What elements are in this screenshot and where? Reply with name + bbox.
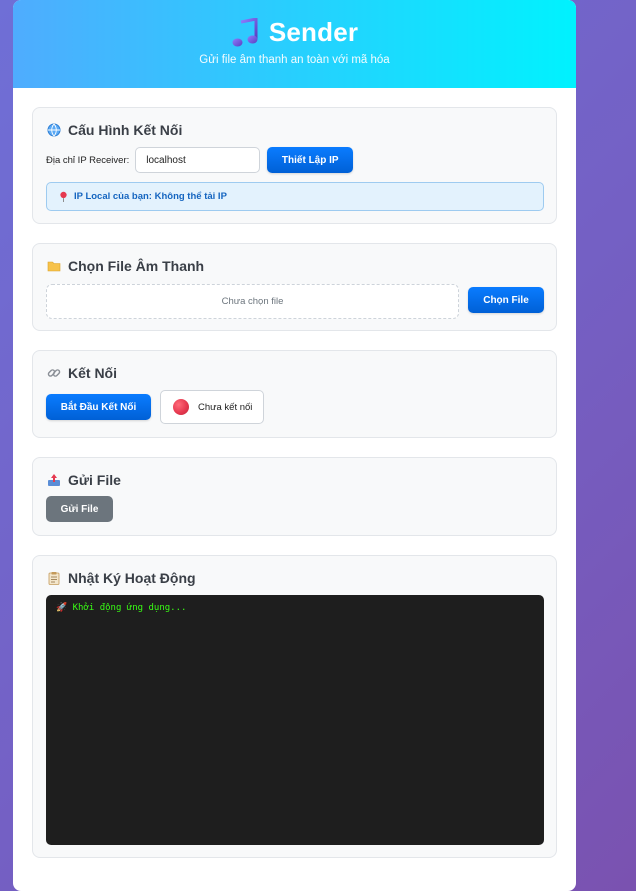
sender-app: Sender Gửi file âm thanh an toàn với mã … (13, 0, 576, 891)
send-file-button[interactable]: Gửi File (46, 496, 113, 522)
choose-file-button[interactable]: Chọn File (468, 287, 544, 313)
globe-icon (47, 123, 61, 137)
clipboard-icon (48, 572, 60, 585)
app-header: Sender Gửi file âm thanh an toàn với mã … (13, 0, 576, 88)
local-ip-info: IP Local của bạn: Không thể tải IP (46, 182, 544, 211)
file-placeholder: Chưa chọn file (221, 296, 284, 307)
local-ip-text: IP Local của bạn: Không thể tải IP (74, 191, 227, 202)
activity-log-section: Nhật Ký Hoạt Động 🚀 Khởi động ứng dụng..… (32, 555, 557, 858)
set-ip-button[interactable]: Thiết Lập IP (267, 147, 354, 173)
log-entry: 🚀 Khởi động ứng dụng... (56, 603, 187, 613)
status-dot-icon (173, 399, 189, 415)
file-select-section: Chọn File Âm Thanh Chưa chọn file Chọn F… (32, 243, 557, 331)
log-section-title: Nhật Ký Hoạt Động (68, 570, 196, 586)
ip-label: Địa chỉ IP Receiver: (46, 154, 130, 166)
config-section-title: Cấu Hình Kết Nối (68, 122, 183, 138)
send-section: Gửi File Gửi File (32, 457, 557, 536)
outbox-icon (48, 474, 60, 486)
pin-icon (60, 191, 67, 202)
connection-status-text: Chưa kết nối (198, 401, 253, 413)
link-icon (47, 369, 61, 377)
file-section-title: Chọn File Âm Thanh (68, 258, 205, 274)
music-note-icon (232, 17, 258, 46)
activity-log[interactable]: 🚀 Khởi động ứng dụng... (46, 595, 544, 845)
file-dropzone[interactable]: Chưa chọn file (46, 284, 459, 319)
ip-input[interactable] (135, 147, 261, 173)
connection-section-title: Kết Nối (68, 365, 117, 381)
start-connection-button[interactable]: Bắt Đầu Kết Nối (46, 394, 151, 420)
folder-icon (47, 261, 61, 272)
connection-status: Chưa kết nối (160, 390, 264, 424)
send-section-title: Gửi File (68, 472, 121, 488)
app-title: Sender (268, 17, 359, 47)
app-subtitle: Gửi file âm thanh an toàn với mã hóa (199, 54, 390, 66)
connection-section: Kết Nối Bắt Đầu Kết Nối Chưa kết nối (32, 350, 557, 438)
connection-config-section: Cấu Hình Kết Nối Địa chỉ IP Receiver: Th… (32, 107, 557, 224)
